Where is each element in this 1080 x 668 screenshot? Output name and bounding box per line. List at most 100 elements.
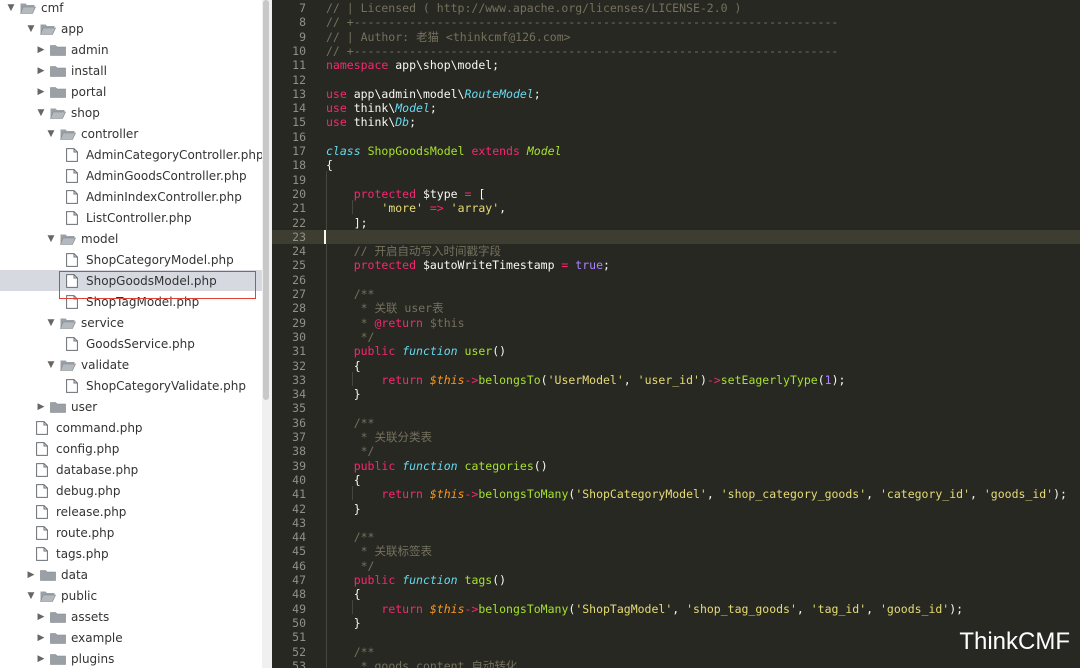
file-item-shopcategorymodel-php[interactable]: ShopCategoryModel.php [0, 249, 262, 270]
code-line[interactable]: 9 // | Author: 老猫 <thinkcmf@126.com> [272, 30, 1080, 44]
chevron-right-icon[interactable]: ▶ [36, 81, 46, 102]
sidebar-scrollbar-thumb[interactable] [263, 0, 269, 400]
folder-item-user[interactable]: ▶ user [0, 396, 262, 417]
tree-item-label: plugins [71, 651, 115, 666]
code-line[interactable]: 34 } [272, 387, 1080, 401]
file-item-release-php[interactable]: release.php [0, 501, 262, 522]
code-line[interactable]: 45 * 关联标签表 [272, 544, 1080, 558]
code-line[interactable]: 32 { [272, 359, 1080, 373]
code-line[interactable]: 49 return $this->belongsToMany('ShopTagM… [272, 602, 1080, 616]
chevron-down-icon[interactable]: ▼ [46, 228, 56, 249]
file-item-listcontroller-php[interactable]: ListController.php [0, 207, 262, 228]
code-line[interactable]: 37 * 关联分类表 [272, 430, 1080, 444]
code-line[interactable]: 22 ]; [272, 216, 1080, 230]
code-line[interactable]: 31 public function user() [272, 344, 1080, 358]
code-line[interactable]: 46 */ [272, 559, 1080, 573]
line-number: 10 [292, 43, 306, 58]
chevron-down-icon[interactable]: ▼ [26, 18, 36, 39]
code-line[interactable]: 30 */ [272, 330, 1080, 344]
folder-item-model[interactable]: ▼ model [0, 228, 262, 249]
code-line[interactable]: 53 * goods_content 自动转化 [272, 659, 1080, 668]
code-line[interactable]: 11 namespace app\shop\model; [272, 58, 1080, 72]
chevron-right-icon[interactable]: ▶ [36, 39, 46, 60]
code-line[interactable]: 35 [272, 401, 1080, 415]
code-line[interactable]: 39 public function categories() [272, 459, 1080, 473]
chevron-right-icon[interactable]: ▶ [36, 606, 46, 627]
code-token: belongsToMany [478, 487, 569, 502]
folder-item-install[interactable]: ▶ install [0, 60, 262, 81]
file-item-tags-php[interactable]: tags.php [0, 543, 262, 564]
folder-item-portal[interactable]: ▶ portal [0, 81, 262, 102]
file-item-route-php[interactable]: route.php [0, 522, 262, 543]
code-line[interactable]: 13 use app\admin\model\RouteModel; [272, 87, 1080, 101]
file-item-goodsservice-php[interactable]: GoodsService.php [0, 333, 262, 354]
file-item-shoptagmodel-php[interactable]: ShopTagModel.php [0, 291, 262, 312]
code-line[interactable]: 10 // +----------------------------------… [272, 44, 1080, 58]
code-line[interactable]: 44 /** [272, 530, 1080, 544]
code-line[interactable]: 48 { [272, 587, 1080, 601]
code-line[interactable]: 29 * @return $this [272, 316, 1080, 330]
chevron-right-icon[interactable]: ▶ [36, 648, 46, 668]
folder-item-app[interactable]: ▼ app [0, 18, 262, 39]
folder-item-shop[interactable]: ▼ shop [0, 102, 262, 123]
file-item-admincategorycontroller-php[interactable]: AdminCategoryController.php [0, 144, 262, 165]
chevron-down-icon[interactable]: ▼ [6, 0, 16, 18]
folder-item-service[interactable]: ▼ service [0, 312, 262, 333]
folder-item-validate[interactable]: ▼ validate [0, 354, 262, 375]
file-item-database-php[interactable]: database.php [0, 459, 262, 480]
code-line[interactable]: 8 // +-----------------------------------… [272, 15, 1080, 29]
code-line[interactable]: 21 'more' => 'array', [272, 201, 1080, 215]
file-item-debug-php[interactable]: debug.php [0, 480, 262, 501]
code-line[interactable]: 25 protected $autoWriteTimestamp = true; [272, 258, 1080, 272]
code-line[interactable]: 20 protected $type = [ [272, 187, 1080, 201]
code-editor[interactable]: 7 // | Licensed ( http://www.apache.org/l… [272, 0, 1080, 668]
folder-item-public[interactable]: ▼ public [0, 585, 262, 606]
file-item-config-php[interactable]: config.php [0, 438, 262, 459]
folder-item-assets[interactable]: ▶ assets [0, 606, 262, 627]
code-line[interactable]: 14 use think\Model; [272, 101, 1080, 115]
code-line[interactable]: 16 [272, 130, 1080, 144]
code-line[interactable]: 38 */ [272, 444, 1080, 458]
code-line[interactable]: 26 [272, 273, 1080, 287]
line-number: 8 [299, 15, 306, 30]
folder-item-cmf[interactable]: ▼ cmf [0, 0, 262, 18]
file-item-admingoodscontroller-php[interactable]: AdminGoodsController.php [0, 165, 262, 186]
code-line[interactable]: 42 } [272, 502, 1080, 516]
code-line[interactable]: 18 { [272, 158, 1080, 172]
code-line[interactable]: 43 [272, 516, 1080, 530]
code-line[interactable]: 23 [272, 229, 1080, 245]
folder-item-data[interactable]: ▶ data [0, 564, 262, 585]
code-line[interactable]: 17 class ShopGoodsModel extends Model [272, 144, 1080, 158]
file-item-adminindexcontroller-php[interactable]: AdminIndexController.php [0, 186, 262, 207]
chevron-right-icon[interactable]: ▶ [36, 396, 46, 417]
code-line[interactable]: 7 // | Licensed ( http://www.apache.org/l… [272, 1, 1080, 15]
chevron-down-icon[interactable]: ▼ [46, 354, 56, 375]
chevron-down-icon[interactable]: ▼ [36, 102, 46, 123]
chevron-right-icon[interactable]: ▶ [36, 60, 46, 81]
code-line[interactable]: 33 return $this->belongsTo('UserModel', … [272, 373, 1080, 387]
file-item-shopgoodsmodel-php[interactable]: ShopGoodsModel.php [0, 270, 262, 291]
file-item-shopcategoryvalidate-php[interactable]: ShopCategoryValidate.php [0, 375, 262, 396]
code-line[interactable]: 40 { [272, 473, 1080, 487]
tree-item-label: debug.php [56, 483, 121, 498]
code-line[interactable]: 47 public function tags() [272, 573, 1080, 587]
chevron-right-icon[interactable]: ▶ [26, 564, 36, 585]
code-line[interactable]: 12 [272, 73, 1080, 87]
chevron-down-icon[interactable]: ▼ [46, 123, 56, 144]
code-line[interactable]: 19 [272, 173, 1080, 187]
code-line[interactable]: 27 /** [272, 287, 1080, 301]
chevron-down-icon[interactable]: ▼ [26, 585, 36, 606]
folder-item-plugins[interactable]: ▶ plugins [0, 648, 262, 668]
file-item-command-php[interactable]: command.php [0, 417, 262, 438]
folder-item-controller[interactable]: ▼ controller [0, 123, 262, 144]
code-line[interactable]: 24 // 开启自动写入时间戳字段 [272, 244, 1080, 258]
folder-icon [50, 632, 71, 644]
code-line[interactable]: 41 return $this->belongsToMany('ShopCate… [272, 487, 1080, 501]
chevron-right-icon[interactable]: ▶ [36, 627, 46, 648]
code-line[interactable]: 36 /** [272, 416, 1080, 430]
folder-item-admin[interactable]: ▶ admin [0, 39, 262, 60]
chevron-down-icon[interactable]: ▼ [46, 312, 56, 333]
code-line[interactable]: 15 use think\Db; [272, 115, 1080, 129]
code-line[interactable]: 28 * 关联 user表 [272, 301, 1080, 315]
folder-item-example[interactable]: ▶ example [0, 627, 262, 648]
